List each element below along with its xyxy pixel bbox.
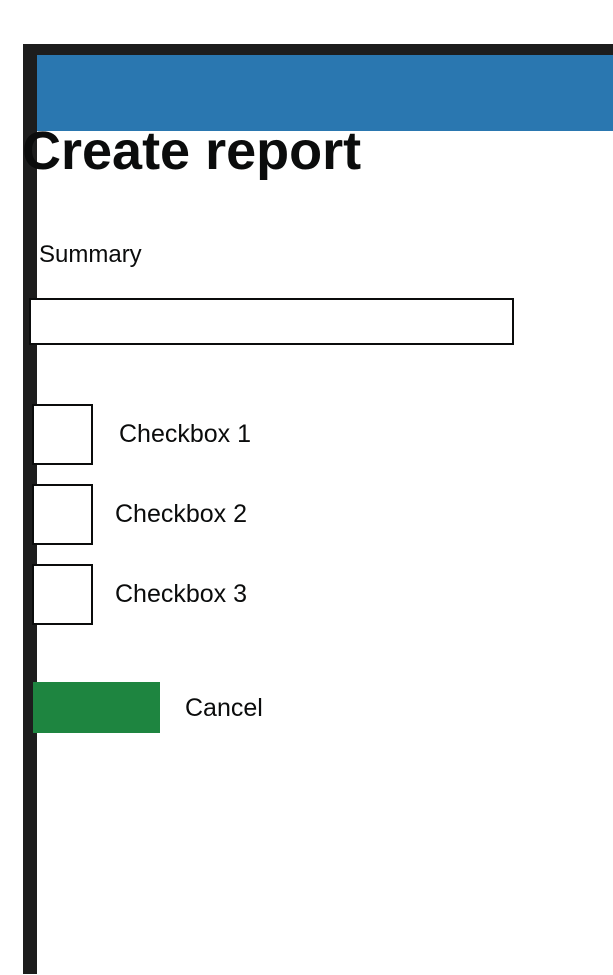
checkbox-1-label: Checkbox 1 bbox=[119, 420, 252, 448]
checkbox-3[interactable]: Checkbox 3 bbox=[32, 564, 332, 626]
checkbox-3-label: Checkbox 3 bbox=[115, 580, 248, 608]
checkbox-2-label: Checkbox 2 bbox=[115, 500, 248, 528]
checkbox-3-box[interactable] bbox=[32, 564, 93, 625]
checkbox-2[interactable]: Checkbox 2 bbox=[32, 484, 332, 546]
checkbox-1[interactable]: Checkbox 1 bbox=[32, 404, 332, 466]
checkbox-2-box[interactable] bbox=[32, 484, 93, 545]
summary-label: Summary bbox=[39, 241, 142, 268]
submit-button[interactable] bbox=[33, 682, 160, 733]
page-title: Create report bbox=[22, 121, 362, 181]
summary-input[interactable] bbox=[29, 298, 514, 345]
cancel-link[interactable]: Cancel bbox=[185, 693, 263, 723]
checkbox-1-box[interactable] bbox=[32, 404, 93, 465]
